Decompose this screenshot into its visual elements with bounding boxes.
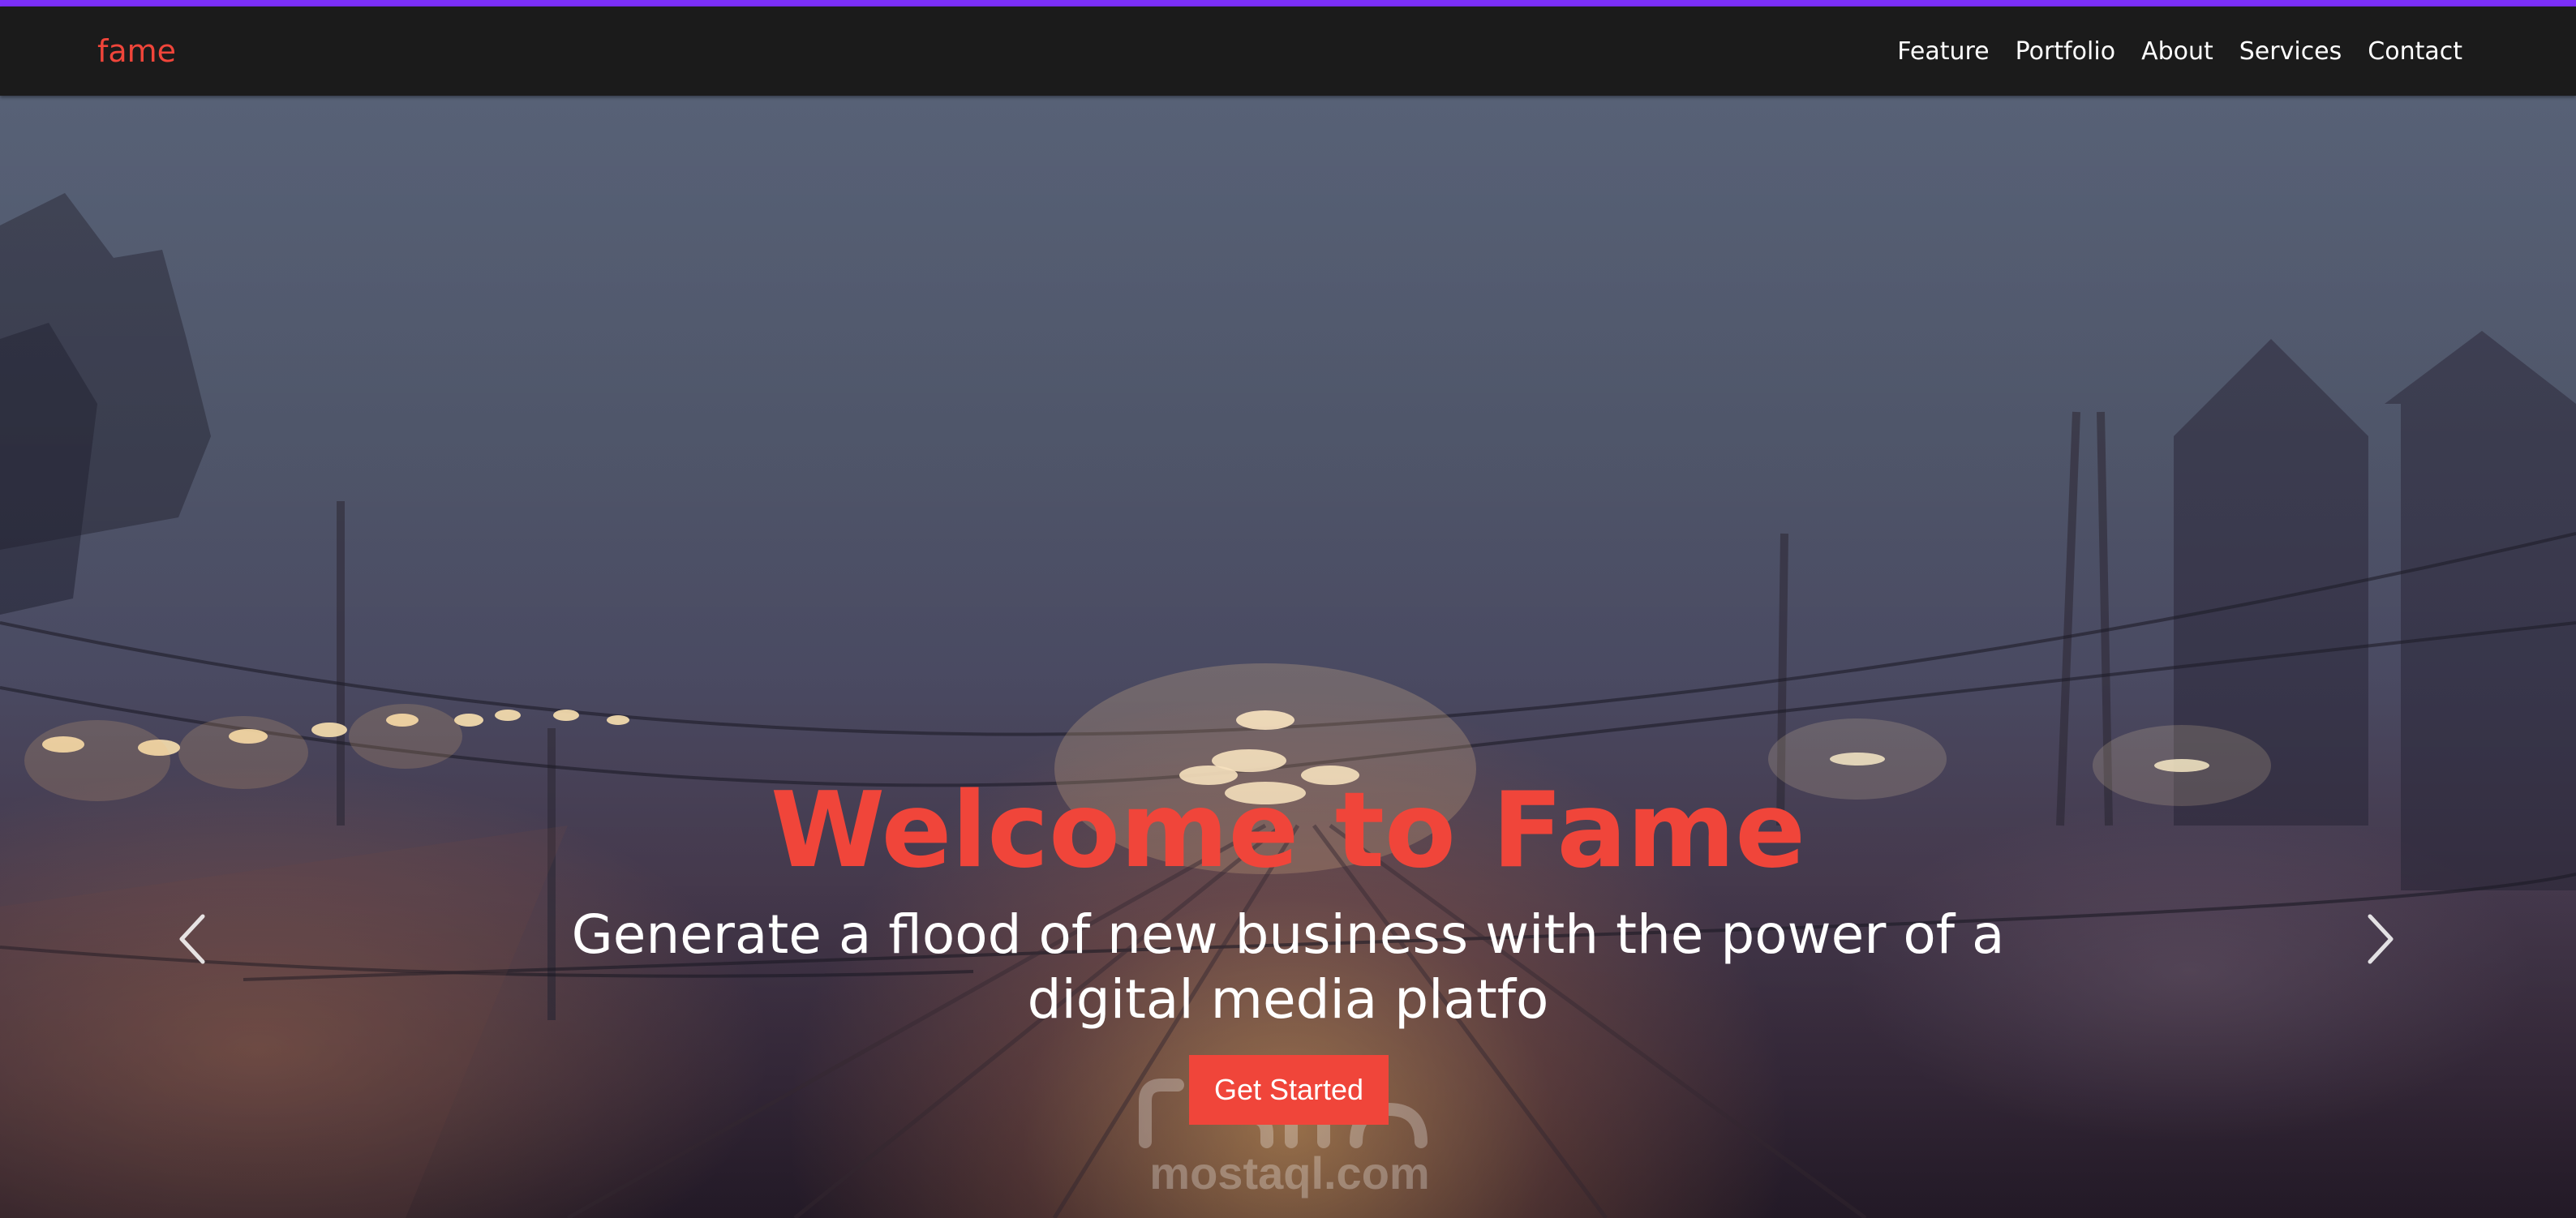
hero-title: Welcome to Fame (770, 770, 1806, 891)
nav-links: Feature Portfolio About Services Contact (1897, 6, 2462, 96)
navbar: fame Feature Portfolio About Services Co… (0, 6, 2576, 96)
top-accent-line (0, 0, 2576, 6)
page: fame Feature Portfolio About Services Co… (0, 0, 2576, 1218)
hero-carousel: Welcome to Fame Generate a flood of new … (0, 96, 2576, 1218)
nav-link-about[interactable]: About (2141, 37, 2213, 66)
hero-subtitle: Generate a flood of new business with th… (571, 903, 2005, 1031)
chevron-right-icon (2368, 914, 2394, 964)
get-started-button[interactable]: Get Started (1189, 1055, 1389, 1125)
carousel-next-button[interactable] (2346, 907, 2411, 971)
chevron-left-icon (179, 914, 205, 964)
brand-logo[interactable]: fame (97, 6, 176, 96)
nav-link-feature[interactable]: Feature (1897, 37, 1989, 66)
nav-link-services[interactable]: Services (2239, 37, 2342, 66)
nav-link-portfolio[interactable]: Portfolio (2016, 37, 2115, 66)
carousel-prev-button[interactable] (162, 907, 227, 971)
nav-link-contact[interactable]: Contact (2368, 37, 2462, 66)
hero-overlay (0, 96, 2576, 1218)
